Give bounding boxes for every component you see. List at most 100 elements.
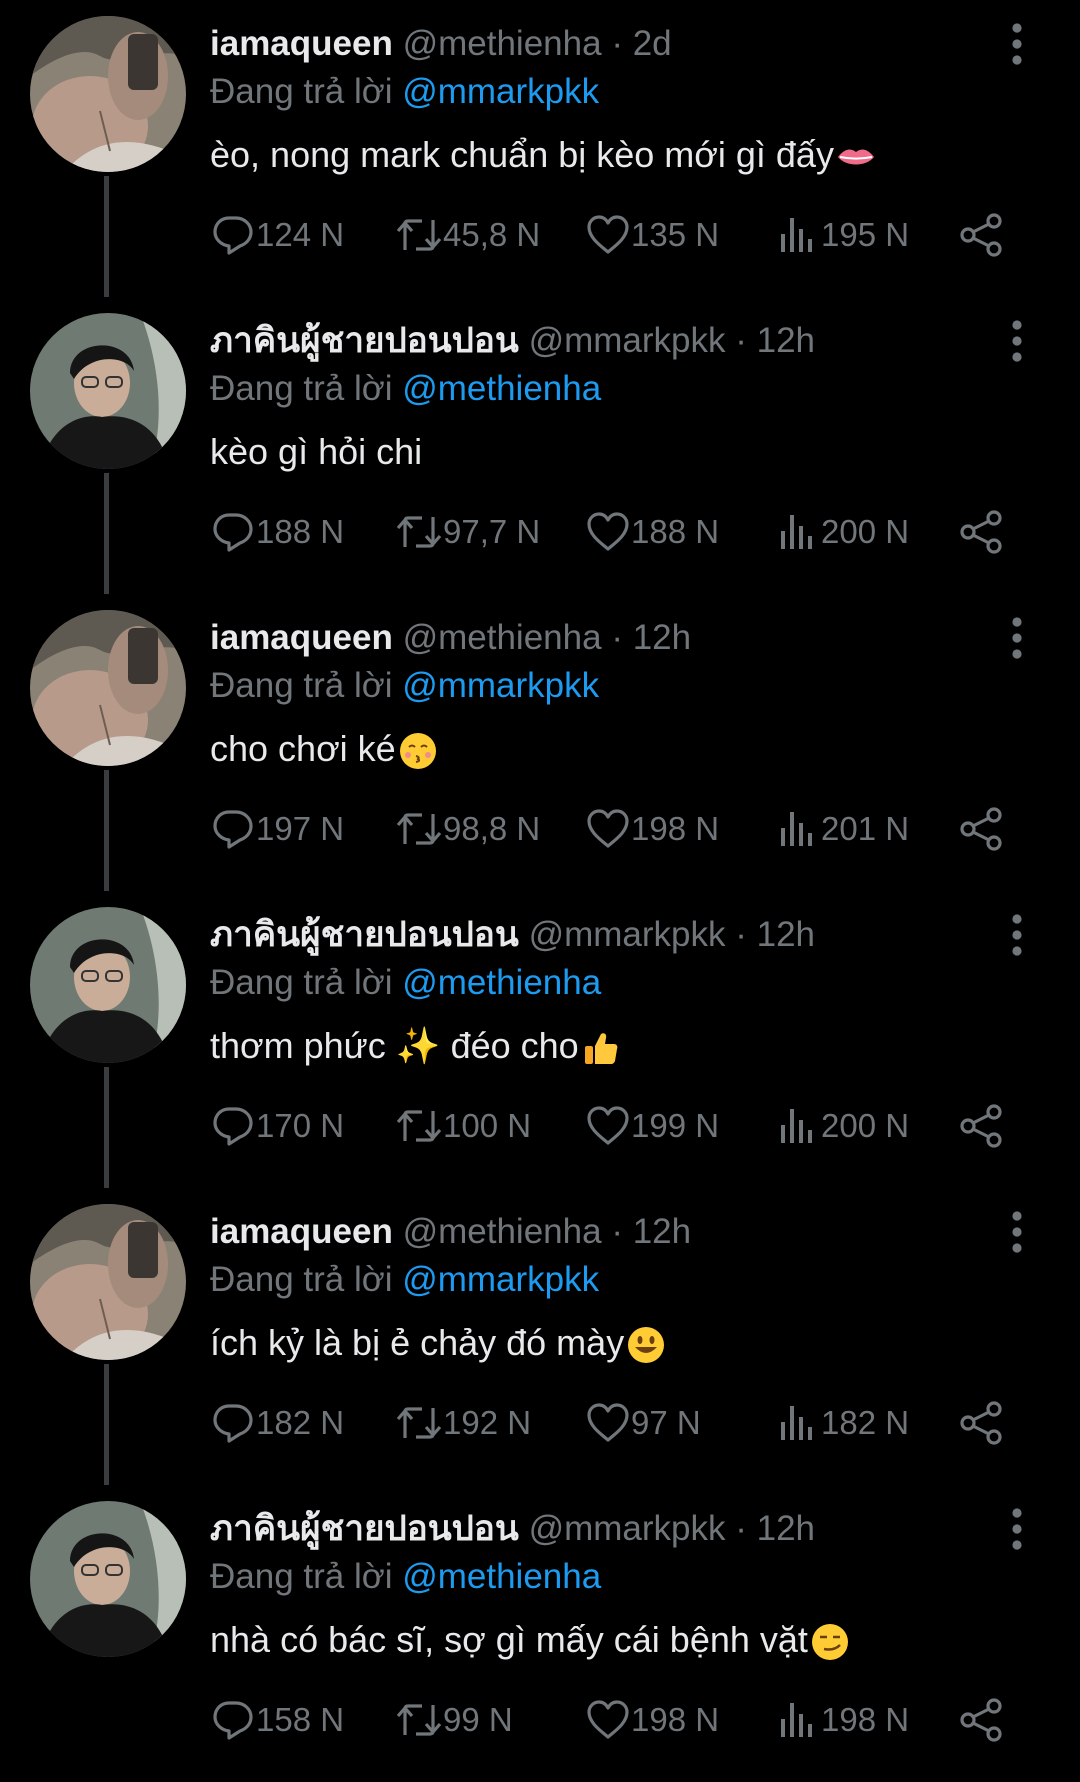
tweet-actions: 182 N 192 N 97 N 182 N [210,1398,1030,1448]
tweet-4[interactable]: ภาคินผู้ชายปอนปอน @mmarkpkk · 12h Đang t… [0,891,1080,1188]
author-handle[interactable]: @methienha [403,618,602,657]
share-button[interactable] [958,1695,1006,1745]
more-button[interactable] [1000,317,1034,365]
retweet-count: 97,7 N [443,513,541,550]
like-count: 198 N [631,1701,720,1738]
author-handle[interactable]: @methienha [403,1212,602,1251]
reply-count: 182 N [256,1404,345,1441]
tweet-6[interactable]: ภาคินผู้ชายปอนปอน @mmarkpkk · 12h Đang t… [0,1485,1080,1782]
reply-mention[interactable]: @methienha [402,963,601,1002]
more-button[interactable] [1000,1208,1034,1256]
reply-count: 197 N [256,810,345,847]
like-button[interactable]: 135 N [585,210,719,260]
share-button[interactable] [958,804,1006,854]
replying-to: Đang trả lời @methienha [210,961,601,1005]
retweet-count: 192 N [443,1404,532,1441]
thumbs-up-emoji [581,1028,621,1068]
share-button[interactable] [958,1398,1006,1448]
more-button[interactable] [1000,614,1034,662]
reply-mention[interactable]: @mmarkpkk [402,72,599,111]
author-name[interactable]: iamaqueen [210,618,393,657]
reply-button[interactable]: 170 N [210,1101,344,1151]
reply-button[interactable]: 182 N [210,1398,344,1448]
reply-count: 124 N [256,216,345,253]
reply-mention[interactable]: @methienha [402,1557,601,1596]
tweet-text: kèo gì hỏi chi [210,429,422,475]
replying-to: Đang trả lời @methienha [210,367,601,411]
tweet-1[interactable]: iamaqueen @methienha · 2d Đang trả lời @… [0,0,1080,297]
author-name[interactable]: iamaqueen [210,24,393,63]
like-button[interactable]: 199 N [585,1101,719,1151]
avatar[interactable] [30,313,186,469]
reply-icon [213,1107,253,1146]
more-button[interactable] [1000,1505,1034,1553]
views-button[interactable]: 200 N [775,1101,909,1151]
retweet-icon [396,813,442,845]
tweet-actions: 124 N 45,8 N 135 N 195 N [210,210,1030,260]
views-button[interactable]: 198 N [775,1695,909,1745]
tweet-time[interactable]: 12h [633,618,691,657]
retweet-button[interactable]: 45,8 N [395,210,540,260]
avatar[interactable] [30,907,186,1063]
retweet-icon [396,219,442,251]
reply-button[interactable]: 124 N [210,210,344,260]
reply-button[interactable]: 158 N [210,1695,344,1745]
retweet-button[interactable]: 99 N [395,1695,513,1745]
author-handle[interactable]: @mmarkpkk [529,321,726,360]
replying-to-label: Đang trả lời [210,1557,393,1596]
author-name[interactable]: ภาคินผู้ชายปอนปอน [210,1509,519,1548]
retweet-button[interactable]: 98,8 N [395,804,540,854]
author-handle[interactable]: @mmarkpkk [529,1509,726,1548]
tweet-5[interactable]: iamaqueen @methienha · 12h Đang trả lời … [0,1188,1080,1485]
like-button[interactable]: 97 N [585,1398,701,1448]
share-button[interactable] [958,210,1006,260]
tweet-time[interactable]: 12h [757,321,815,360]
author-handle[interactable]: @methienha [403,24,602,63]
views-button[interactable]: 195 N [775,210,909,260]
avatar[interactable] [30,16,186,172]
author-name[interactable]: iamaqueen [210,1212,393,1251]
retweet-button[interactable]: 192 N [395,1398,531,1448]
tweet-text-content: nhà có bác sĩ, sợ gì mấy cái bệnh vặt [210,1619,808,1660]
reply-button[interactable]: 188 N [210,507,344,557]
like-button[interactable]: 198 N [585,1695,719,1745]
retweet-button[interactable]: 100 N [395,1101,531,1151]
author-name[interactable]: ภาคินผู้ชายปอนปอน [210,915,519,954]
more-vertical-icon [1012,320,1022,362]
tweet-time[interactable]: 2d [633,24,672,63]
tweet-3[interactable]: iamaqueen @methienha · 12h Đang trả lời … [0,594,1080,891]
more-button[interactable] [1000,20,1034,68]
reply-button[interactable]: 197 N [210,804,344,854]
avatar-image [30,610,186,766]
like-button[interactable]: 188 N [585,507,719,557]
tweet-2[interactable]: ภาคินผู้ชายปอนปอน @mmarkpkk · 12h Đang t… [0,297,1080,594]
views-button[interactable]: 182 N [775,1398,909,1448]
share-button[interactable] [958,507,1006,557]
kissing-face-emoji [398,731,438,771]
like-button[interactable]: 198 N [585,804,719,854]
retweet-button[interactable]: 97,7 N [395,507,540,557]
reply-mention[interactable]: @methienha [402,369,601,408]
avatar[interactable] [30,610,186,766]
tweet-time[interactable]: 12h [633,1212,691,1251]
more-button[interactable] [1000,911,1034,959]
reply-mention[interactable]: @mmarkpkk [402,666,599,705]
tweet-time[interactable]: 12h [757,1509,815,1548]
avatar[interactable] [30,1501,186,1657]
replying-to-label: Đang trả lời [210,72,393,111]
reply-icon [213,1404,253,1443]
share-button[interactable] [958,1101,1006,1151]
tweet-text: èo, nong mark chuẩn bị kèo mới gì đấy [210,132,876,178]
reply-mention[interactable]: @mmarkpkk [402,1260,599,1299]
separator-dot: · [735,321,757,360]
views-button[interactable]: 201 N [775,804,909,854]
views-button[interactable]: 200 N [775,507,909,557]
author-name[interactable]: ภาคินผู้ชายปอนปอน [210,321,519,360]
author-handle[interactable]: @mmarkpkk [529,915,726,954]
retweet-icon [396,1407,442,1439]
avatar[interactable] [30,1204,186,1360]
retweet-icon [396,516,442,548]
tweet-time[interactable]: 12h [757,915,815,954]
like-count: 188 N [631,513,720,550]
tweet-header: ภาคินผู้ชายปอนปอน @mmarkpkk · 12h [210,319,815,363]
